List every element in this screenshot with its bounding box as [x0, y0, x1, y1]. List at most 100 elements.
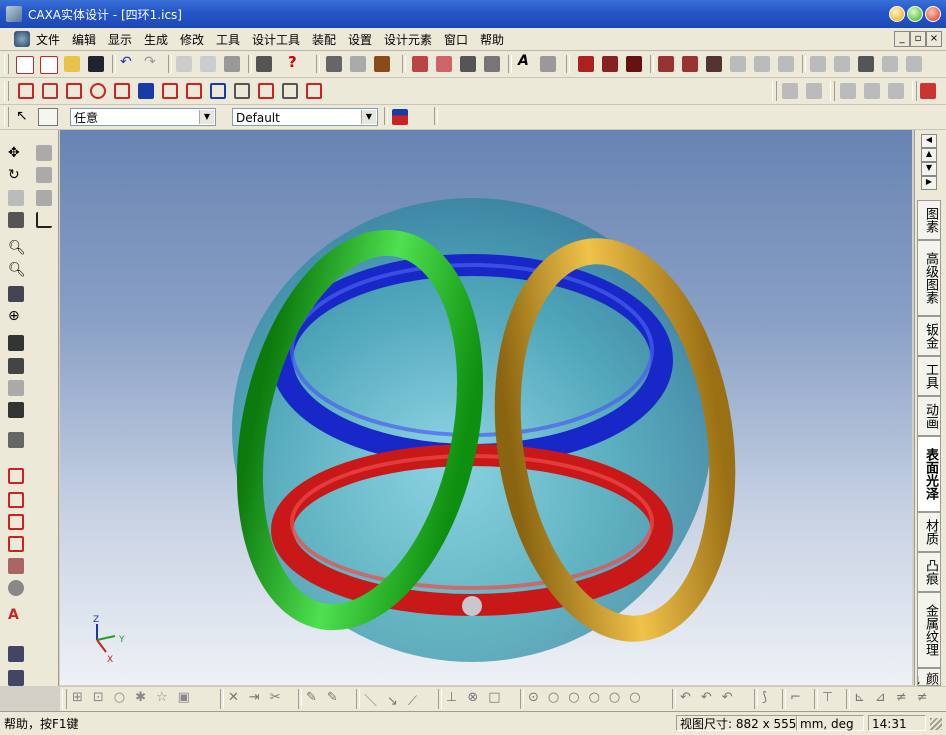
- twist-icon[interactable]: [754, 56, 770, 72]
- tab-down-icon[interactable]: ▼: [921, 162, 937, 176]
- view-side-icon[interactable]: [114, 83, 130, 99]
- light-icon[interactable]: [350, 56, 366, 72]
- paint-icon[interactable]: [8, 432, 24, 448]
- assembly-icon[interactable]: [840, 83, 856, 99]
- save-icon[interactable]: [88, 56, 104, 72]
- constraint-tools-icons[interactable]: ⊾⊿≠≠: [854, 690, 938, 705]
- minimize-icon[interactable]: [889, 6, 905, 22]
- view-rotate-icon[interactable]: [162, 83, 178, 99]
- view-fit-icon[interactable]: [186, 83, 202, 99]
- menu-assembly[interactable]: 装配: [310, 31, 338, 48]
- menu-generate[interactable]: 生成: [142, 31, 170, 48]
- move-icon[interactable]: ✥: [8, 145, 20, 161]
- find-icon[interactable]: [256, 56, 272, 72]
- pattern-icon[interactable]: [658, 56, 674, 72]
- hierarchy-icon[interactable]: [392, 109, 408, 125]
- text-a-icon[interactable]: A: [8, 607, 19, 623]
- arc-tools-icons[interactable]: ↶↶↶: [680, 690, 743, 705]
- tab-metal-texture[interactable]: 金属纹理: [917, 592, 941, 668]
- line-icon[interactable]: [8, 558, 24, 574]
- box2-icon[interactable]: [36, 167, 52, 183]
- split-icon[interactable]: [706, 56, 722, 72]
- box-icon[interactable]: [36, 145, 52, 161]
- light-tool-icon[interactable]: [8, 335, 24, 351]
- select-box-icon[interactable]: [38, 108, 58, 126]
- menu-window[interactable]: 窗口: [442, 31, 470, 48]
- close-icon[interactable]: [925, 6, 941, 22]
- rect-icon[interactable]: [8, 492, 24, 508]
- assembly3-icon[interactable]: [888, 83, 904, 99]
- tab-surface-finish[interactable]: 表面光泽: [917, 436, 941, 512]
- open-folder-icon[interactable]: [64, 56, 80, 72]
- zoom-window-icon[interactable]: 🔍︎: [8, 262, 26, 278]
- maximize-icon[interactable]: [907, 6, 923, 22]
- material-icon[interactable]: [374, 56, 390, 72]
- toolbar-grip[interactable]: [912, 81, 917, 101]
- mdi-close-icon[interactable]: ×: [926, 31, 942, 47]
- tool-end-icon[interactable]: [920, 83, 936, 99]
- text-tool-icon[interactable]: [540, 56, 556, 72]
- menu-modify[interactable]: 修改: [178, 31, 206, 48]
- text-icon[interactable]: A: [518, 53, 529, 69]
- toolbar-grip[interactable]: [772, 81, 777, 101]
- menu-settings[interactable]: 设置: [346, 31, 374, 48]
- tab-first-icon[interactable]: ◀: [921, 134, 937, 148]
- redo-icon[interactable]: ↷: [144, 54, 156, 70]
- bend-icon[interactable]: [778, 56, 794, 72]
- view-top-icon[interactable]: [66, 83, 82, 99]
- cut-icon[interactable]: [176, 56, 192, 72]
- corner-icon[interactable]: [36, 212, 52, 228]
- menu-tools[interactable]: 工具: [214, 31, 242, 48]
- surface-icon[interactable]: [578, 56, 594, 72]
- chamfer-tool-icon[interactable]: ⌐: [790, 690, 801, 705]
- caxa-app-icon[interactable]: [6, 6, 22, 22]
- film-icon[interactable]: [8, 402, 24, 418]
- chevron-down-icon[interactable]: ▼: [361, 110, 376, 124]
- tab-up-icon[interactable]: ▲: [921, 148, 937, 162]
- camera2-icon[interactable]: [8, 358, 24, 374]
- zoom-icon[interactable]: 🔍︎: [8, 240, 26, 256]
- toolbar-grip[interactable]: [4, 54, 9, 74]
- tab-emboss[interactable]: 凸痕: [917, 552, 941, 592]
- rect2-icon[interactable]: [8, 514, 24, 530]
- view-orbit-icon[interactable]: [90, 83, 106, 99]
- orbit-icon[interactable]: ↻: [8, 167, 20, 183]
- camera3-icon[interactable]: [8, 380, 24, 396]
- menu-view[interactable]: 显示: [106, 31, 134, 48]
- view-back-icon[interactable]: [42, 83, 58, 99]
- deform-icon[interactable]: [730, 56, 746, 72]
- circle-icon[interactable]: [8, 580, 24, 596]
- dim-icon[interactable]: [782, 83, 798, 99]
- scale-icon[interactable]: [682, 56, 698, 72]
- tab-primitives[interactable]: 图素: [917, 200, 941, 240]
- check-icon[interactable]: [906, 56, 922, 72]
- curve-tool-icon[interactable]: ⟆: [762, 690, 767, 705]
- style-select[interactable]: Default ▼: [232, 108, 378, 126]
- view-front-icon[interactable]: [18, 83, 34, 99]
- tab-last-icon[interactable]: ▶: [921, 176, 937, 190]
- new-design-icon[interactable]: [40, 56, 58, 74]
- select-arrow-icon[interactable]: ↖: [16, 108, 28, 124]
- toolbar-grip[interactable]: [4, 81, 9, 101]
- trim-tools-icons[interactable]: ✕⇥✂: [228, 690, 291, 705]
- mdi-restore-icon[interactable]: ▫: [910, 31, 926, 47]
- help-pointer-icon[interactable]: ?: [288, 53, 297, 71]
- sketch-icon[interactable]: [8, 468, 24, 484]
- tab-advanced-primitives[interactable]: 高级图素: [917, 240, 941, 316]
- shape-tools-icons[interactable]: ⊥⊗□: [446, 690, 511, 705]
- dim-lock-icon[interactable]: [806, 83, 822, 99]
- analyze-icon[interactable]: [882, 56, 898, 72]
- menu-design-tools[interactable]: 设计工具: [250, 31, 302, 48]
- menu-edit[interactable]: 编辑: [70, 31, 98, 48]
- document-icon[interactable]: [14, 31, 30, 47]
- toolbar-grip[interactable]: [62, 689, 67, 709]
- view-shade-icon[interactable]: [282, 83, 298, 99]
- resize-grip-icon[interactable]: [930, 718, 942, 730]
- menu-file[interactable]: 文件: [34, 31, 62, 48]
- paste-icon[interactable]: [224, 56, 240, 72]
- tab-material[interactable]: 材质: [917, 512, 941, 552]
- view-section-icon[interactable]: [210, 83, 226, 99]
- mdi-minimize-icon[interactable]: _: [894, 31, 910, 47]
- view-mirror-icon[interactable]: [258, 83, 274, 99]
- boolean-icon[interactable]: [810, 56, 826, 72]
